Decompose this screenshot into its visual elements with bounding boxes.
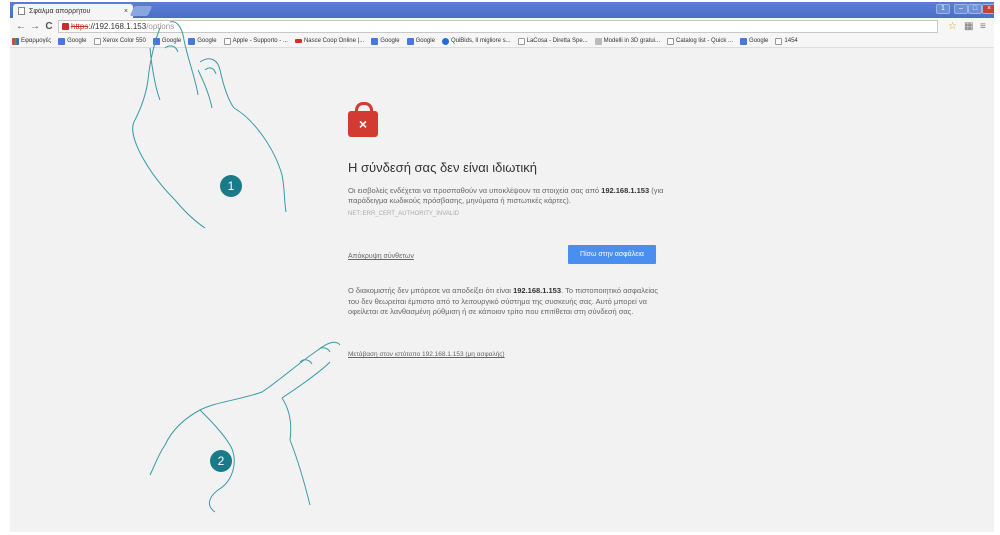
- url-scheme: https: [71, 22, 89, 31]
- red-icon: [294, 39, 302, 43]
- extension-icon[interactable]: ▦: [964, 21, 973, 32]
- bookmark-label: Apple - Supporto - ...: [232, 38, 288, 44]
- tab-title: Σφάλμα απορρήτου: [29, 7, 91, 15]
- bookmarks-bar: Εφαρμογές Google Xerox Color 550 Google Goog…: [10, 35, 994, 48]
- minimize-button[interactable]: –: [954, 4, 968, 14]
- google-icon: [58, 37, 66, 45]
- star-icon[interactable]: ☆: [948, 21, 957, 32]
- bookmark-label: QuiBids, Il migliore s...: [450, 38, 511, 44]
- doc-icon: [667, 37, 675, 45]
- details-host: 192.168.1.153: [513, 286, 562, 295]
- bookmark-item[interactable]: Apple - Supporto - ...: [223, 37, 288, 45]
- lock-error-icon: ×: [348, 102, 378, 137]
- bookmark-item[interactable]: Xerox Color 550: [93, 37, 146, 45]
- proceed-unsafe-link[interactable]: Μετάβαση στον ιστότοπο 192.168.1.153 (μη…: [348, 351, 505, 358]
- user-button[interactable]: 1: [936, 4, 950, 14]
- forward-arrow-icon[interactable]: →: [28, 21, 42, 32]
- bookmark-label: Catalog list - Quick ...: [676, 38, 734, 44]
- browser-window: Σφάλμα απορρήτου × 1 – □ × ← → C https :…: [10, 2, 994, 532]
- bookmark-item[interactable]: Modelli in 3D gratui...: [594, 37, 661, 45]
- bookmark-item[interactable]: Nasce Coop Online |...: [294, 38, 365, 44]
- bookmark-label: Xerox Color 550: [102, 38, 146, 44]
- back-to-safety-button[interactable]: Πίσω στην ασφάλεια: [568, 245, 656, 264]
- close-window-button[interactable]: ×: [982, 4, 994, 14]
- bookmark-label: Google: [67, 38, 87, 44]
- url-path: /options: [146, 22, 175, 31]
- bookmark-label: Google: [415, 38, 435, 44]
- google-icon: [406, 37, 414, 45]
- error-code: NET::ERR_CERT_AUTHORITY_INVALID: [348, 211, 460, 217]
- blue-icon: [441, 37, 449, 45]
- tab-privacy-error[interactable]: Σφάλμα απορρήτου ×: [13, 4, 133, 18]
- bookmark-item[interactable]: Google: [371, 37, 400, 45]
- bookmark-item[interactable]: LaCosa - Diretta Spe...: [517, 37, 588, 45]
- step-badge-2: 2: [210, 450, 232, 472]
- broken-lock-icon: [62, 23, 69, 30]
- bookmark-item[interactable]: 1454: [775, 37, 798, 45]
- bookmark-item[interactable]: Google: [152, 37, 182, 45]
- hide-advanced-link[interactable]: Απόκρυψη σύνθετων: [348, 253, 414, 260]
- bookmark-item[interactable]: QuiBids, Il migliore s...: [441, 37, 511, 45]
- bookmark-item[interactable]: Google: [188, 37, 217, 45]
- menu-icon[interactable]: ≡: [980, 21, 986, 32]
- bookmark-label: 1454: [784, 38, 798, 44]
- bookmark-item[interactable]: Google: [58, 37, 87, 45]
- step-badge-1: 1: [220, 175, 242, 197]
- bookmark-label: Nasce Coop Online |...: [303, 38, 365, 44]
- bookmark-label: Εφαρμογές: [21, 38, 52, 44]
- address-bar[interactable]: https :// 192.168.1.153 /options: [58, 20, 938, 33]
- maximize-button[interactable]: □: [968, 4, 982, 14]
- bookmark-item[interactable]: Catalog list - Quick ...: [667, 37, 734, 45]
- bookmark-item[interactable]: Google: [740, 37, 769, 45]
- bookmark-item[interactable]: Google: [406, 37, 435, 45]
- page-icon: [18, 7, 25, 15]
- google-icon: [740, 37, 748, 45]
- bookmark-label: Google: [380, 38, 400, 44]
- new-tab-button[interactable]: [129, 6, 153, 16]
- tab-strip: Σφάλμα απορρήτου × 1 – □ ×: [10, 2, 994, 18]
- google-icon: [152, 37, 160, 45]
- doc-icon: [223, 37, 231, 45]
- reload-icon[interactable]: C: [42, 21, 56, 32]
- google-icon: [188, 37, 196, 45]
- doc-icon: [517, 37, 525, 45]
- bookmark-label: Google: [161, 38, 182, 44]
- details-text: Ο διακομιστής δεν μπόρεσε να αποδείξει ό…: [348, 286, 668, 318]
- url-host: 192.168.1.153: [95, 22, 147, 31]
- warning-host: 192.168.1.153: [601, 186, 650, 195]
- toolbar: ← → C https :// 192.168.1.153 /options ☆…: [10, 18, 994, 35]
- bookmark-label: LaCosa - Diretta Spe...: [526, 38, 588, 44]
- google-icon: [371, 37, 379, 45]
- apps-icon: [12, 37, 19, 45]
- bookmark-item[interactable]: Εφαρμογές: [12, 37, 52, 45]
- warning-text-a: Οι εισβολείς ενδέχεται να προσπαθούν να …: [348, 186, 602, 195]
- grey-icon: [594, 37, 602, 45]
- url-separator: ://: [88, 22, 96, 31]
- details-text-a: Ο διακομιστής δεν μπόρεσε να αποδείξει ό…: [348, 286, 514, 295]
- back-arrow-icon[interactable]: ←: [14, 21, 28, 32]
- page-title: Η σύνδεσή σας δεν είναι ιδιωτική: [348, 160, 538, 175]
- tab-close-icon[interactable]: ×: [124, 8, 128, 15]
- bookmark-label: Google: [749, 38, 769, 44]
- warning-text: Οι εισβολείς ενδέχεται να προσπαθούν να …: [348, 186, 668, 206]
- bookmark-label: Google: [197, 38, 217, 44]
- doc-icon: [93, 37, 101, 45]
- page-content: × Η σύνδεσή σας δεν είναι ιδιωτική Οι ει…: [10, 49, 994, 532]
- doc-icon: [775, 37, 783, 45]
- bookmark-label: Modelli in 3D gratui...: [603, 38, 661, 44]
